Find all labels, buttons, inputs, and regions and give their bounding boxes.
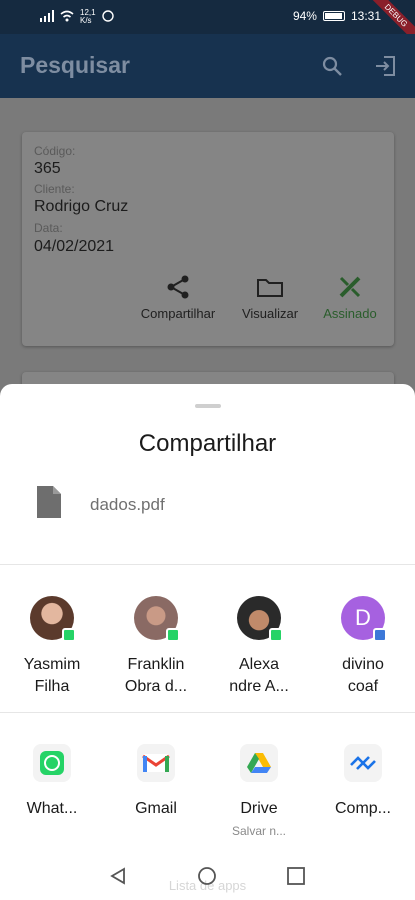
- app-label: Drive: [240, 800, 278, 817]
- signed-pen-icon: [318, 272, 382, 302]
- messages-badge-icon: [373, 628, 387, 642]
- contact-name-line1: Yasmim: [23, 656, 81, 673]
- app-compartilhar-nearby[interactable]: Comp...: [313, 744, 413, 818]
- app-drive[interactable]: Drive Salvar n...: [209, 744, 309, 838]
- sheet-drag-handle[interactable]: [195, 404, 221, 408]
- avatar: D: [341, 596, 387, 642]
- recents-icon[interactable]: [286, 866, 306, 891]
- net-speed-unit: K/s: [80, 16, 92, 25]
- shared-file: dados.pdf: [35, 484, 165, 525]
- app-sublabel: Salvar n...: [231, 824, 287, 838]
- back-icon[interactable]: [108, 866, 128, 891]
- avatar: [134, 596, 180, 642]
- view-action-label: Visualizar: [241, 306, 299, 321]
- whatsapp-notification-icon: [101, 9, 114, 25]
- battery-percent: 94%: [292, 9, 317, 23]
- share-sheet-title: Compartilhar: [138, 430, 277, 457]
- code-label: Código:: [34, 144, 76, 158]
- signed-action-label: Assinado: [323, 306, 377, 321]
- folder-icon: [234, 272, 306, 302]
- contact-divino[interactable]: D divino coaf: [313, 596, 413, 698]
- share-sheet: Compartilhar dados.pdf Yasmim Filha Fran…: [0, 384, 415, 900]
- view-action[interactable]: Visualizar: [234, 272, 306, 321]
- code-value: 365: [34, 160, 61, 177]
- contact-franklin[interactable]: Franklin Obra d...: [106, 596, 206, 698]
- status-right: 94% 13:31: [293, 9, 381, 23]
- client-value: Rodrigo Cruz: [34, 198, 129, 215]
- divider: [0, 564, 415, 565]
- clock: 13:31: [350, 9, 381, 23]
- battery-icon: [322, 11, 345, 21]
- signed-action[interactable]: Assinado: [318, 272, 382, 321]
- wifi-icon: [60, 10, 74, 25]
- date-label: Data:: [34, 221, 63, 235]
- contact-name: Franklin Obra d...: [106, 654, 206, 698]
- app-bar: Pesquisar: [0, 34, 415, 98]
- file-icon: [35, 484, 63, 525]
- contact-name: divino coaf: [313, 654, 413, 698]
- avatar: [237, 596, 283, 642]
- contact-name-line2: ndre A...: [229, 678, 289, 695]
- contact-name-line2: coaf: [347, 678, 379, 695]
- contact-name-line2: Filha: [34, 678, 70, 695]
- net-speed: 12,1 K/s: [80, 9, 96, 25]
- logout-icon[interactable]: [374, 54, 398, 78]
- contact-alexandre[interactable]: Alexa ndre A...: [209, 596, 309, 698]
- app-whatsapp[interactable]: What...: [2, 744, 102, 818]
- app-label: What...: [26, 800, 78, 817]
- contact-name: Yasmim Filha: [2, 654, 102, 698]
- status-left: 12,1 K/s: [40, 9, 114, 25]
- divider: [0, 712, 415, 713]
- contact-name: Alexa ndre A...: [209, 654, 309, 698]
- client-label: Cliente:: [34, 182, 75, 196]
- date-value: 04/02/2021: [34, 238, 115, 255]
- whatsapp-icon: [33, 744, 71, 782]
- app-label: Comp...: [334, 800, 391, 817]
- signal-icon: [40, 9, 54, 25]
- app-label: Gmail: [135, 800, 177, 817]
- gmail-icon: [137, 744, 175, 782]
- home-icon[interactable]: [197, 866, 217, 891]
- search-icon[interactable]: [320, 54, 344, 78]
- whatsapp-badge-icon: [62, 628, 76, 642]
- contact-name-line1: Franklin: [127, 656, 185, 673]
- contact-name-line1: Alexa: [238, 656, 280, 673]
- status-bar: 12,1 K/s 94% 13:31 DEBUG: [0, 0, 415, 52]
- whatsapp-badge-icon: [269, 628, 283, 642]
- avatar-initial: D: [355, 605, 371, 630]
- contact-yasmim[interactable]: Yasmim Filha: [2, 596, 102, 698]
- app-gmail[interactable]: Gmail: [106, 744, 206, 818]
- avatar: [30, 596, 76, 642]
- contact-name-line2: Obra d...: [124, 678, 188, 695]
- navigation-bar: Lista de apps: [0, 850, 415, 900]
- contact-name-line1: divino: [342, 656, 384, 673]
- share-action[interactable]: Compartilhar: [134, 272, 222, 321]
- page-title: Pesquisar: [20, 52, 130, 78]
- share-action-label: Compartilhar: [140, 306, 216, 321]
- drive-icon: [240, 744, 278, 782]
- whatsapp-badge-icon: [166, 628, 180, 642]
- nearby-share-icon: [344, 744, 382, 782]
- share-icon: [134, 272, 222, 302]
- document-card: Código: 365 Cliente: Rodrigo Cruz Data: …: [22, 132, 394, 346]
- file-name: dados.pdf: [90, 494, 165, 514]
